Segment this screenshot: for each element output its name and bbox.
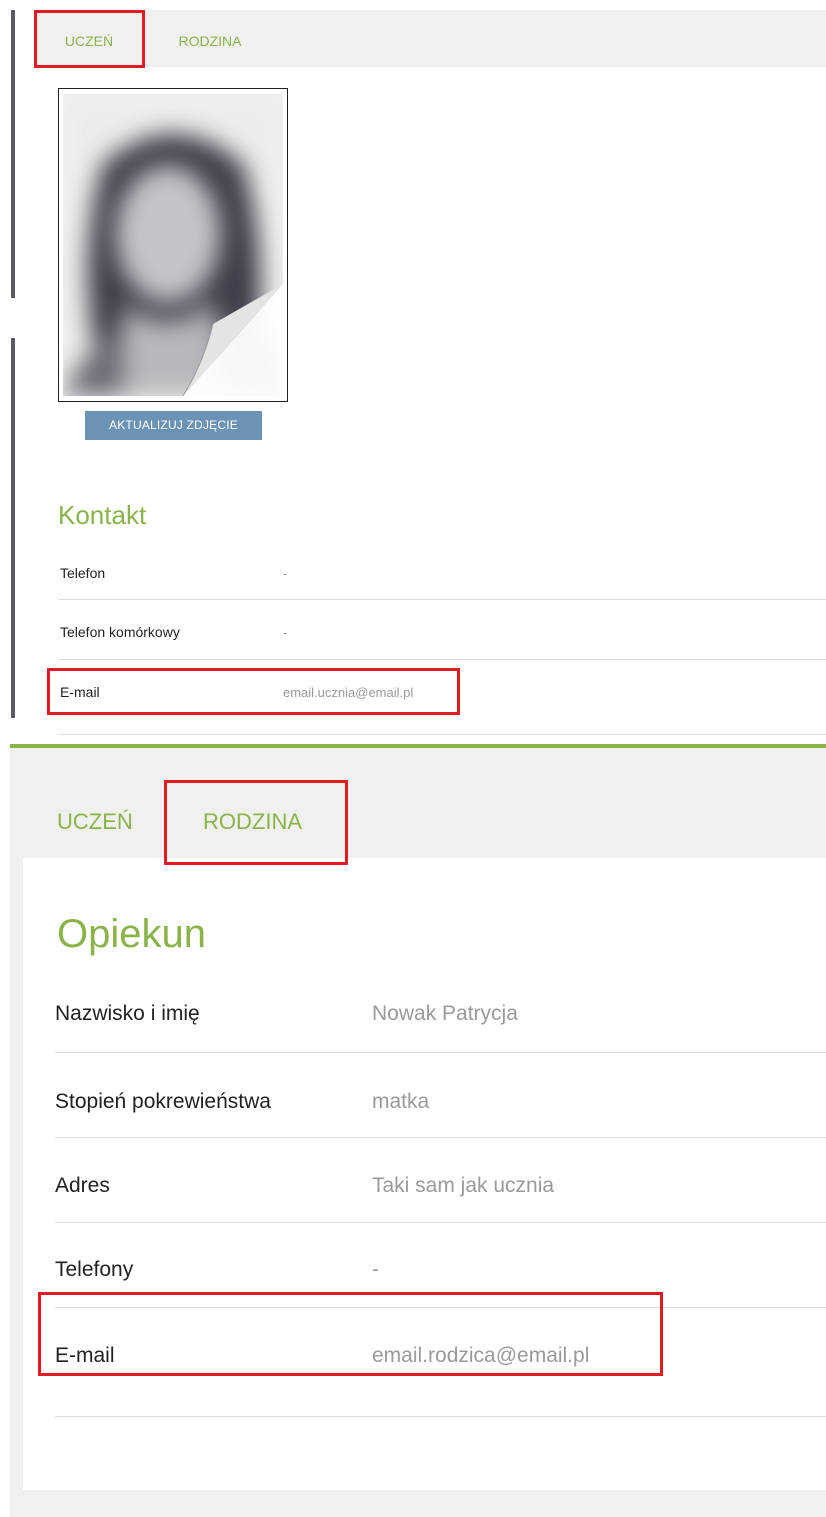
update-photo-button[interactable]: AKTUALIZUJ ZDJĘCIE	[85, 411, 262, 440]
divider	[55, 1222, 826, 1223]
contact-label-phone: Telefon	[60, 565, 106, 581]
contact-value-phone: -	[283, 566, 288, 581]
divider	[58, 734, 826, 735]
student-photo	[63, 94, 283, 396]
divider	[55, 1052, 826, 1053]
panel1-left-border	[11, 10, 15, 298]
panel1-tab-rodzina[interactable]: RODZINA	[150, 10, 270, 67]
highlight-box-uczen-tab	[34, 10, 145, 68]
panel2-left-margin	[10, 748, 23, 1517]
highlight-box-student-email	[47, 668, 460, 715]
divider	[58, 599, 826, 600]
guardian-value-address: Taki sam jak ucznia	[372, 1174, 555, 1197]
panel2-tab-uczen[interactable]: UCZEŃ	[57, 809, 133, 835]
panel2-bottom-margin	[10, 1490, 826, 1517]
guardian-label-name: Nazwisko i imię	[55, 1002, 200, 1025]
page-curl-icon	[183, 284, 283, 396]
guardian-section-title: Opiekun	[57, 912, 206, 956]
contact-section-title: Kontakt	[58, 500, 147, 530]
divider	[58, 659, 826, 660]
panel2-tab-bar	[10, 748, 826, 858]
contact-label-mobile: Telefon komórkowy	[60, 624, 180, 640]
guardian-label-address: Adres	[55, 1174, 110, 1197]
guardian-value-name: Nowak Patrycja	[372, 1002, 518, 1025]
divider	[55, 1416, 826, 1417]
panel2-top-accent-line	[10, 744, 826, 748]
guardian-value-relationship: matka	[372, 1090, 430, 1113]
guardian-label-phones: Telefony	[55, 1258, 134, 1281]
contact-value-mobile: -	[283, 625, 288, 640]
highlight-box-parent-email	[38, 1292, 663, 1376]
highlight-box-rodzina-tab	[164, 780, 348, 865]
guardian-value-phones: -	[372, 1258, 379, 1281]
panel1-left-border-lower	[11, 338, 15, 718]
guardian-label-relationship: Stopień pokrewieństwa	[55, 1090, 271, 1113]
divider	[55, 1137, 826, 1138]
